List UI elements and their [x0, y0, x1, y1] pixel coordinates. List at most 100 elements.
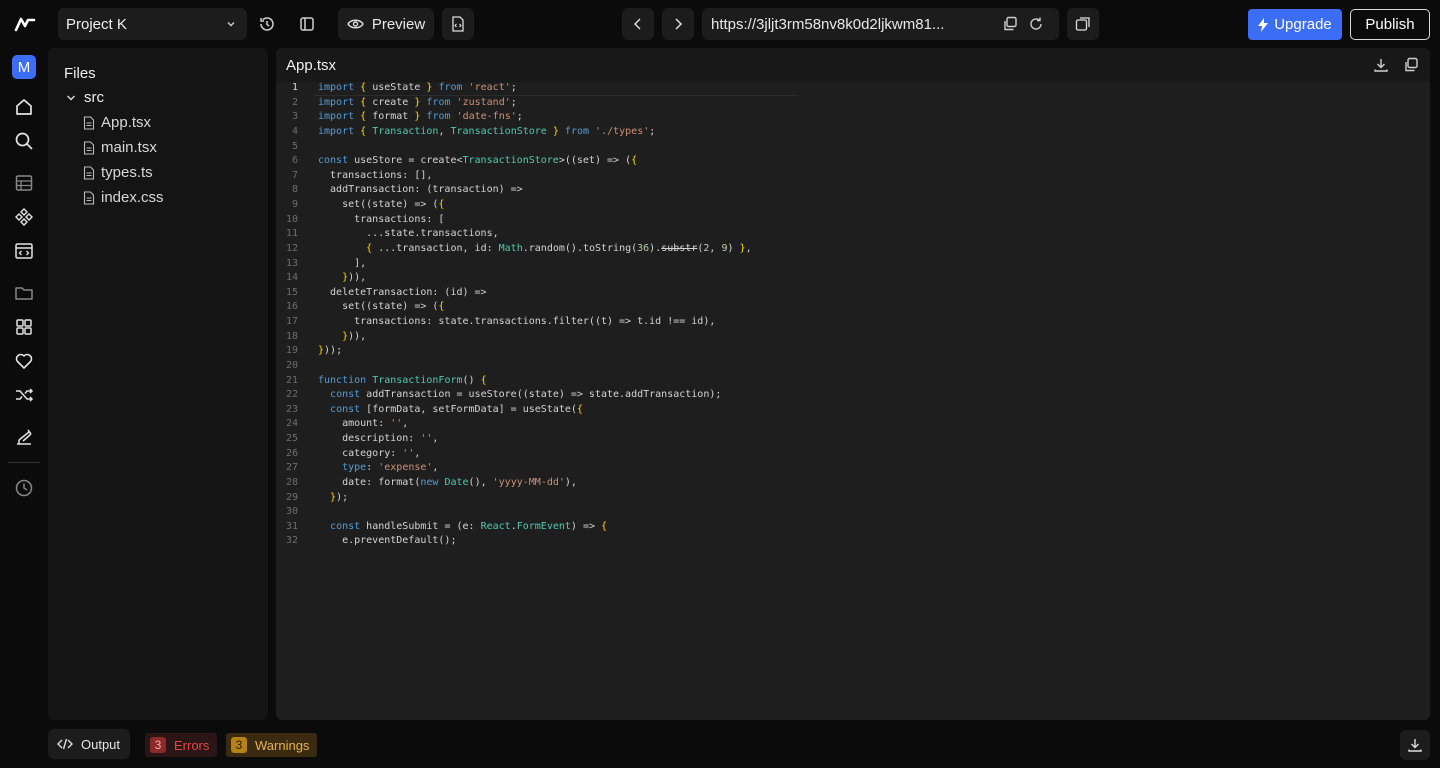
- download-icon: [1408, 739, 1422, 752]
- code-line[interactable]: 3 import { format } from 'date-fns';: [276, 110, 1430, 125]
- file-code-button[interactable]: [442, 8, 474, 40]
- refresh-icon[interactable]: [1028, 16, 1044, 32]
- code-line[interactable]: 5: [276, 140, 1430, 155]
- publish-button[interactable]: Publish: [1350, 9, 1430, 40]
- code-line[interactable]: 21 function TransactionForm() {: [276, 374, 1430, 389]
- line-number: 32: [285, 535, 298, 547]
- code-line[interactable]: 26 category: '',: [276, 447, 1430, 462]
- code-line[interactable]: 11 ...state.transactions,: [276, 227, 1430, 242]
- preview-url-bar[interactable]: https://3jljt3rm58nv8k0d2ljkwm81...: [702, 8, 1059, 40]
- file-icon: [83, 190, 95, 205]
- line-number: 6: [291, 155, 298, 167]
- left-rail: M: [0, 48, 48, 728]
- line-number: 5: [291, 140, 298, 152]
- file-item[interactable]: App.tsx: [83, 114, 151, 131]
- code-text: import { Transaction, TransactionStore }…: [318, 125, 656, 137]
- file-item[interactable]: types.ts: [83, 164, 153, 181]
- back-button[interactable]: [622, 8, 654, 40]
- warnings-badge[interactable]: 3 Warnings: [226, 733, 318, 757]
- preview-button[interactable]: Preview: [338, 8, 434, 40]
- output-label: Output: [81, 736, 121, 752]
- app-logo-icon[interactable]: [14, 14, 36, 34]
- files-title: Files: [64, 65, 96, 82]
- code-text: type: 'expense',: [342, 462, 439, 474]
- url-text: https://3jljt3rm58nv8k0d2ljkwm81...: [711, 15, 945, 33]
- table-icon[interactable]: [14, 173, 34, 193]
- folder-src[interactable]: src: [66, 89, 104, 106]
- upgrade-button[interactable]: Upgrade: [1248, 9, 1342, 40]
- code-line[interactable]: 25 description: '',: [276, 432, 1430, 447]
- code-line[interactable]: 19}));: [276, 344, 1430, 359]
- shuffle-icon[interactable]: [14, 385, 34, 405]
- code-text: import { useState } from 'react';: [318, 82, 517, 93]
- code-line[interactable]: 7 transactions: [],: [276, 169, 1430, 184]
- code-line[interactable]: 15 deleteTransaction: (id) =>: [276, 286, 1430, 301]
- code-line[interactable]: 30: [276, 505, 1430, 520]
- eye-icon: [346, 19, 364, 29]
- deploy-icon[interactable]: [14, 427, 34, 447]
- code-line[interactable]: 32 e.preventDefault();: [276, 534, 1430, 549]
- preview-label: Preview: [371, 15, 426, 33]
- code-text: import { create } from 'zustand';: [318, 96, 517, 108]
- code-line[interactable]: 23 const [formData, setFormData] = useSt…: [276, 403, 1430, 418]
- code-line[interactable]: 17 transactions: state.transactions.filt…: [276, 315, 1430, 330]
- code-line[interactable]: 12 { ...transaction, id: Math.random().t…: [276, 242, 1430, 257]
- download-button[interactable]: [1400, 730, 1430, 760]
- line-number: 26: [285, 447, 298, 459]
- heart-icon[interactable]: [14, 351, 34, 371]
- avatar[interactable]: M: [12, 55, 36, 79]
- history-icon[interactable]: [255, 12, 279, 36]
- code-line[interactable]: 4 import { Transaction, TransactionStore …: [276, 125, 1430, 140]
- grid-apps-icon[interactable]: [14, 317, 34, 337]
- code-line[interactable]: 6 const useStore = create<TransactionStor…: [276, 154, 1430, 169]
- code-line[interactable]: 24 amount: '',: [276, 417, 1430, 432]
- code-line[interactable]: 27 type: 'expense',: [276, 461, 1430, 476]
- line-number: 1: [291, 82, 298, 93]
- code-line[interactable]: 29 });: [276, 491, 1430, 506]
- copy-icon[interactable]: [1403, 57, 1419, 73]
- editor-filename: App.tsx: [286, 57, 337, 74]
- code-area[interactable]: 1 import { useState } from 'react'; 2 impor…: [276, 81, 1430, 549]
- code-line[interactable]: 31 const handleSubmit = (e: React.FormEv…: [276, 520, 1430, 535]
- code-line[interactable]: 1 import { useState } from 'react';: [276, 81, 1430, 96]
- code-line[interactable]: 14 })),: [276, 271, 1430, 286]
- line-number: 16: [285, 301, 298, 313]
- line-number: 17: [285, 316, 298, 327]
- file-item[interactable]: main.tsx: [83, 139, 157, 156]
- code-line[interactable]: 13 ],: [276, 257, 1430, 272]
- download-icon[interactable]: [1373, 57, 1389, 73]
- code-line[interactable]: 8 addTransaction: (transaction) =>: [276, 183, 1430, 198]
- search-icon[interactable]: [14, 131, 34, 151]
- open-new-window-button[interactable]: [1067, 8, 1099, 40]
- home-icon[interactable]: [14, 97, 34, 117]
- line-number: 18: [285, 330, 298, 342]
- code-line[interactable]: 18 })),: [276, 330, 1430, 345]
- forward-button[interactable]: [662, 8, 694, 40]
- components-icon[interactable]: [14, 207, 34, 227]
- folder-icon[interactable]: [14, 283, 34, 303]
- code-line[interactable]: 9 set((state) => ({: [276, 198, 1430, 213]
- code-line[interactable]: 20: [276, 359, 1430, 374]
- sidebar-toggle-icon[interactable]: [295, 12, 319, 36]
- copy-url-icon[interactable]: [1002, 16, 1018, 32]
- output-button[interactable]: Output: [48, 729, 130, 759]
- avatar-letter: M: [17, 58, 31, 76]
- clock-icon[interactable]: [14, 478, 34, 498]
- code-line[interactable]: 10 transactions: [: [276, 213, 1430, 228]
- warnings-label: Warnings: [255, 737, 310, 753]
- project-selector[interactable]: Project K: [58, 8, 247, 40]
- code-window-icon[interactable]: [14, 241, 34, 261]
- errors-badge[interactable]: 3 Errors: [145, 733, 218, 757]
- file-item[interactable]: index.css: [83, 189, 164, 206]
- code-text: function TransactionForm() {: [318, 374, 487, 386]
- code-line[interactable]: 16 set((state) => ({: [276, 300, 1430, 315]
- upgrade-label: Upgrade: [1274, 16, 1332, 33]
- line-number: 9: [291, 199, 298, 210]
- code-line[interactable]: 22 const addTransaction = useStore((stat…: [276, 388, 1430, 403]
- code-text: }));: [318, 345, 343, 357]
- code-line[interactable]: 2 import { create } from 'zustand';: [276, 96, 1430, 111]
- line-number: 23: [285, 403, 298, 415]
- code-text: const handleSubmit = (e: React.FormEvent…: [330, 520, 608, 532]
- code-text: addTransaction: (transaction) =>: [318, 184, 523, 196]
- code-line[interactable]: 28 date: format(new Date(), 'yyyy-MM-dd'…: [276, 476, 1430, 491]
